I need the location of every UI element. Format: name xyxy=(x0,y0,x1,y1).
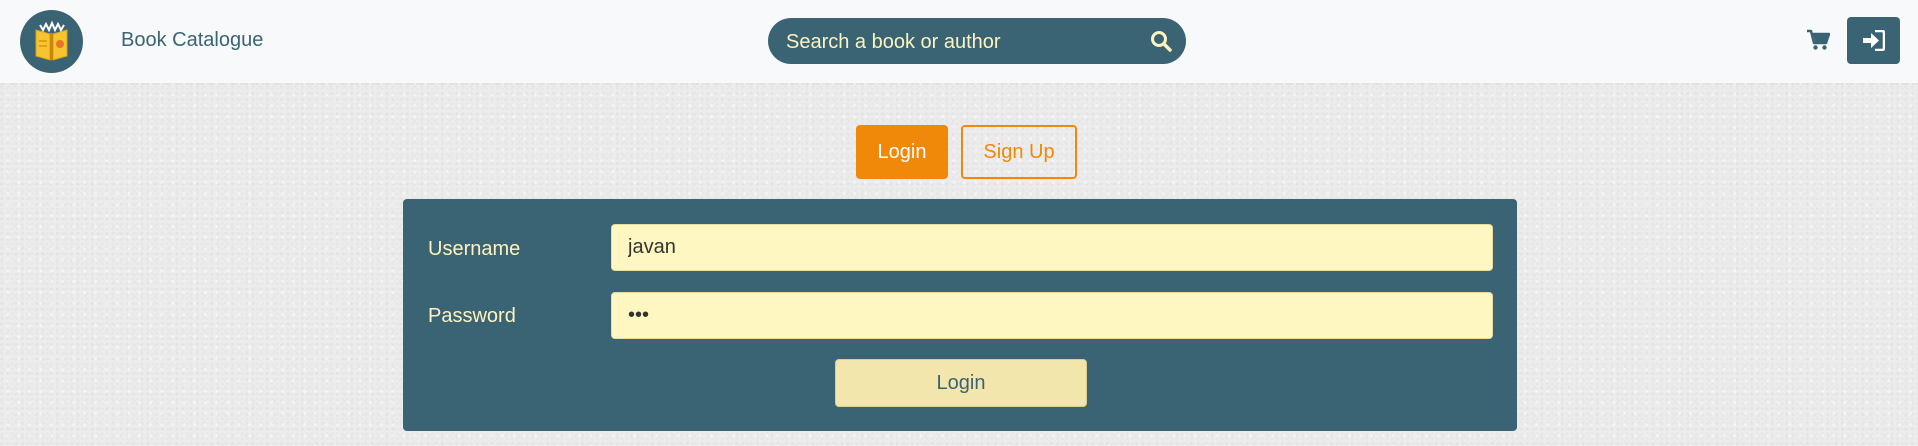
username-label: Username xyxy=(428,238,521,260)
tab-login[interactable]: Login xyxy=(856,125,948,179)
book-logo-icon[interactable] xyxy=(20,10,83,73)
search-input[interactable] xyxy=(784,18,1128,66)
brand-title[interactable]: Book Catalogue xyxy=(121,29,263,52)
login-form: Username Password Login xyxy=(403,199,1517,431)
login-submit-button[interactable]: Login xyxy=(835,359,1087,407)
username-field[interactable] xyxy=(611,224,1493,271)
tab-signup[interactable]: Sign Up xyxy=(961,125,1077,179)
cart-icon[interactable] xyxy=(1806,29,1830,51)
sign-in-button[interactable] xyxy=(1847,17,1900,64)
password-field[interactable] xyxy=(611,292,1493,339)
search-icon[interactable] xyxy=(1150,30,1172,52)
search-bar xyxy=(768,18,1186,66)
navbar: Book Catalogue xyxy=(0,0,1918,83)
sign-in-icon xyxy=(1863,30,1885,51)
password-label: Password xyxy=(428,305,516,327)
